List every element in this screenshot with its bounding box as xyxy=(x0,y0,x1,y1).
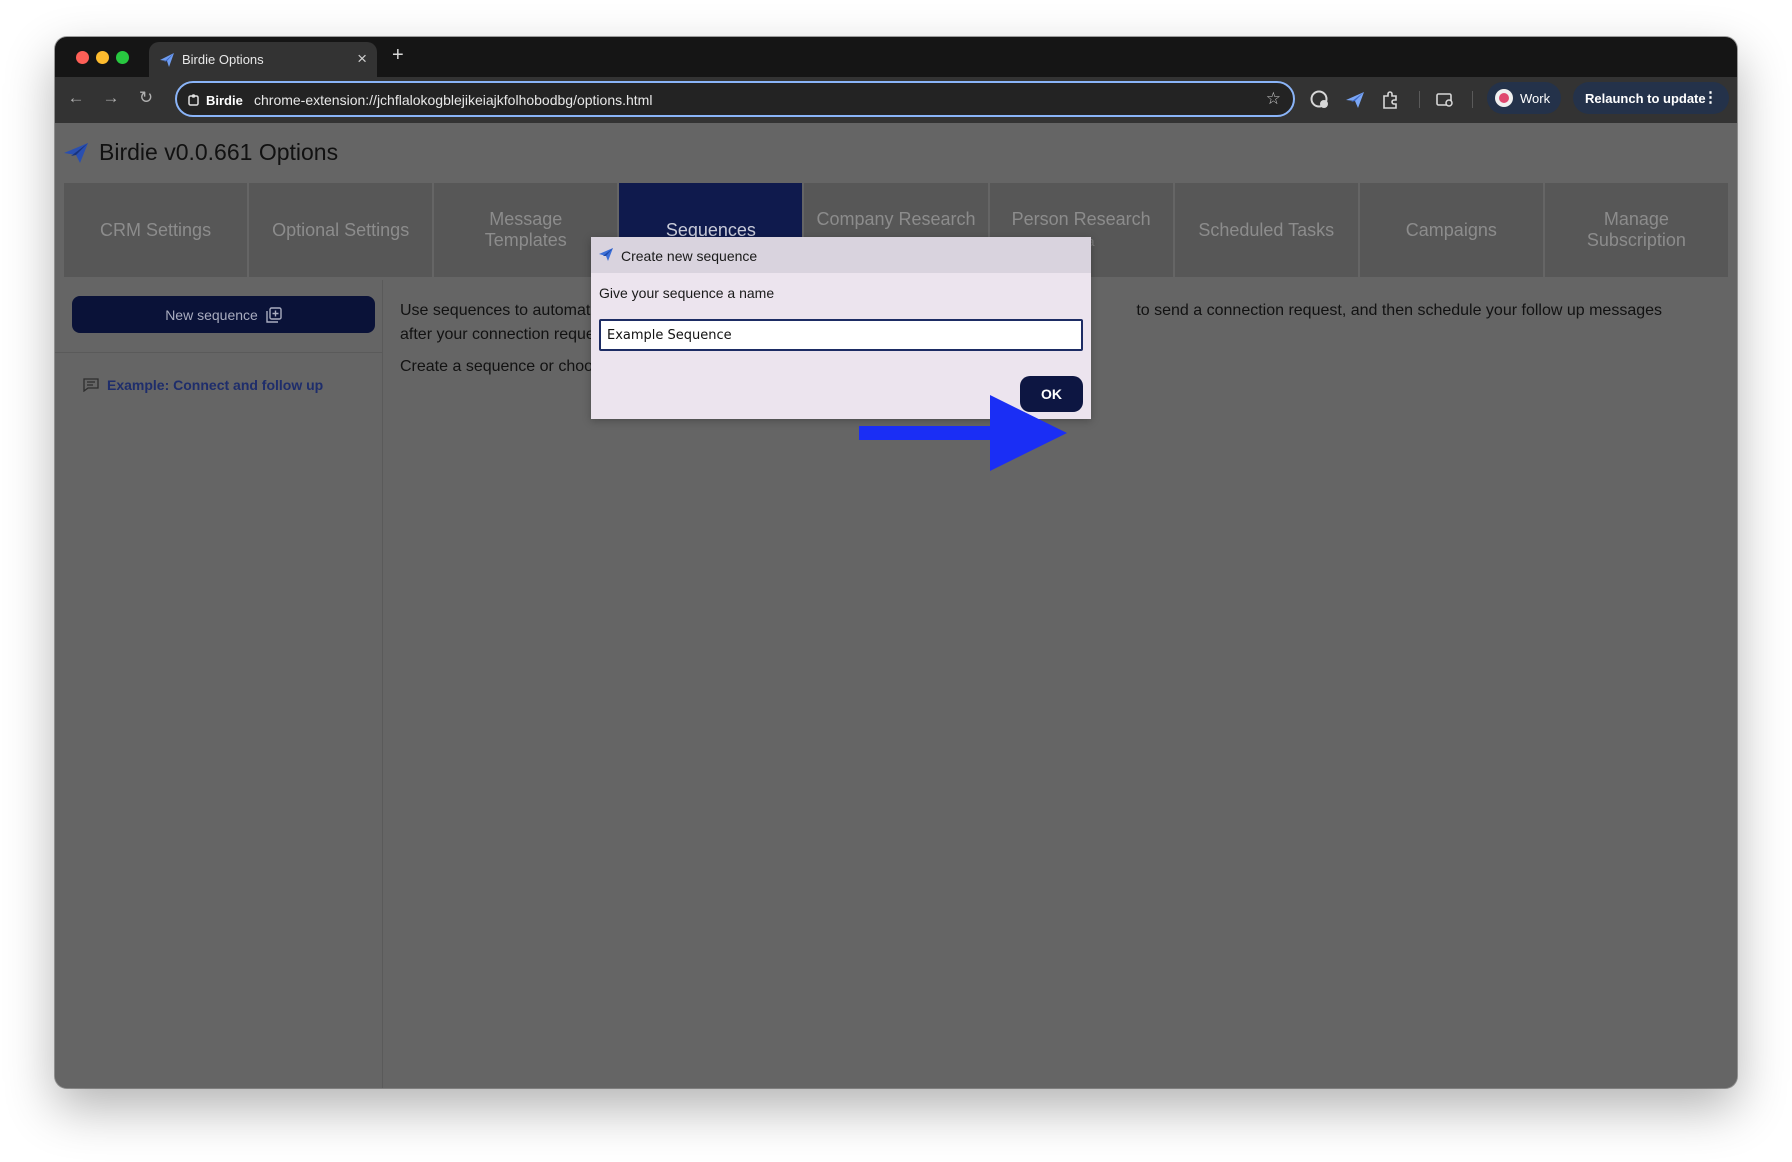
tab-optional-settings[interactable]: Optional Settings xyxy=(249,183,435,277)
address-bar[interactable]: Birdie chrome-extension://jchflalokogble… xyxy=(175,81,1295,117)
tab-label: CRM Settings xyxy=(100,219,212,240)
more-menu-icon[interactable]: ⋮ xyxy=(1703,88,1718,106)
sequence-name-input[interactable] xyxy=(599,319,1083,351)
tab-campaigns[interactable]: Campaigns xyxy=(1359,183,1545,277)
tab-scheduled-tasks[interactable]: Scheduled Tasks xyxy=(1174,183,1360,277)
puzzle-icon xyxy=(188,94,199,106)
profile-name: Work xyxy=(1520,90,1551,106)
tab-label: Campaigns xyxy=(1405,219,1497,240)
forward-arrow-icon[interactable]: → xyxy=(98,85,124,111)
url-text: chrome-extension://jchflalokogblejikeiaj… xyxy=(254,92,653,108)
birdie-extension-icon[interactable] xyxy=(1344,89,1366,111)
sequence-sidebar: New sequence Example: Connect and follow… xyxy=(55,280,383,1088)
browser-window: Birdie Options × + ← → ↻ Birdie chrome-e… xyxy=(55,37,1737,1088)
intro-text: to send a connection request, and then s… xyxy=(1136,302,1663,319)
add-copy-icon xyxy=(266,306,282,323)
relaunch-label: Relaunch to update xyxy=(1585,90,1706,106)
dialog-title: Create new sequence xyxy=(621,248,758,264)
sequence-item-label: Example: Connect and follow up xyxy=(107,377,324,393)
minimize-window-button[interactable] xyxy=(96,51,109,64)
tab-title: Birdie Options xyxy=(182,52,264,67)
new-tab-button[interactable]: + xyxy=(392,44,404,67)
tab-label: Manage Subscription xyxy=(1586,209,1686,250)
avatar xyxy=(1495,89,1513,107)
reading-mode-icon[interactable] xyxy=(1434,89,1456,111)
paper-plane-icon xyxy=(160,53,174,67)
extensions-puzzle-icon[interactable] xyxy=(1380,89,1402,111)
tab-manage-subscription[interactable]: Manage Subscription xyxy=(1544,183,1728,277)
tab-label: Person Research xyxy=(1011,209,1151,229)
tab-close-icon[interactable]: × xyxy=(357,49,367,69)
tab-label: Message Templates xyxy=(484,209,567,250)
tab-label: Company Research xyxy=(816,209,976,229)
dialog-header: Create new sequence xyxy=(591,237,1091,273)
browser-toolbar: ← → ↻ Birdie chrome-extension://jchflalo… xyxy=(55,77,1737,123)
tab-crm-settings[interactable]: CRM Settings xyxy=(64,183,250,277)
site-chip-label: Birdie xyxy=(206,92,243,108)
site-info-chip[interactable]: Birdie xyxy=(187,90,243,110)
bookmark-star-icon[interactable]: ☆ xyxy=(1266,89,1281,109)
paper-plane-icon xyxy=(599,248,613,261)
close-window-button[interactable] xyxy=(76,51,89,64)
maximize-window-button[interactable] xyxy=(116,51,129,64)
profile-button[interactable]: Work xyxy=(1487,82,1561,114)
birdie-logo-icon xyxy=(64,143,88,163)
sidebar-divider xyxy=(55,352,383,353)
browser-tab[interactable]: Birdie Options × xyxy=(149,42,377,77)
dialog-prompt: Give your sequence a name xyxy=(599,285,775,301)
extension-globe-icon[interactable] xyxy=(1309,89,1331,111)
new-sequence-label: New sequence xyxy=(165,306,258,323)
tab-strip: Birdie Options × + xyxy=(55,37,1737,77)
reload-icon[interactable]: ↻ xyxy=(133,85,159,111)
tab-label: Optional Settings xyxy=(272,219,410,240)
relaunch-button[interactable]: Relaunch to update ⋮ xyxy=(1573,82,1729,114)
create-sequence-dialog: Create new sequence Give your sequence a… xyxy=(591,237,1091,419)
new-sequence-button[interactable]: New sequence xyxy=(72,296,375,333)
message-icon xyxy=(83,378,99,392)
tab-label: Scheduled Tasks xyxy=(1198,219,1335,240)
toolbar-divider xyxy=(1419,91,1420,108)
annotation-arrow-icon xyxy=(859,395,1067,471)
list-item[interactable]: Example: Connect and follow up xyxy=(83,377,323,393)
back-arrow-icon[interactable]: ← xyxy=(63,85,89,111)
toolbar-divider xyxy=(1472,91,1473,108)
page-title: Birdie v0.0.661 Options xyxy=(99,139,339,165)
